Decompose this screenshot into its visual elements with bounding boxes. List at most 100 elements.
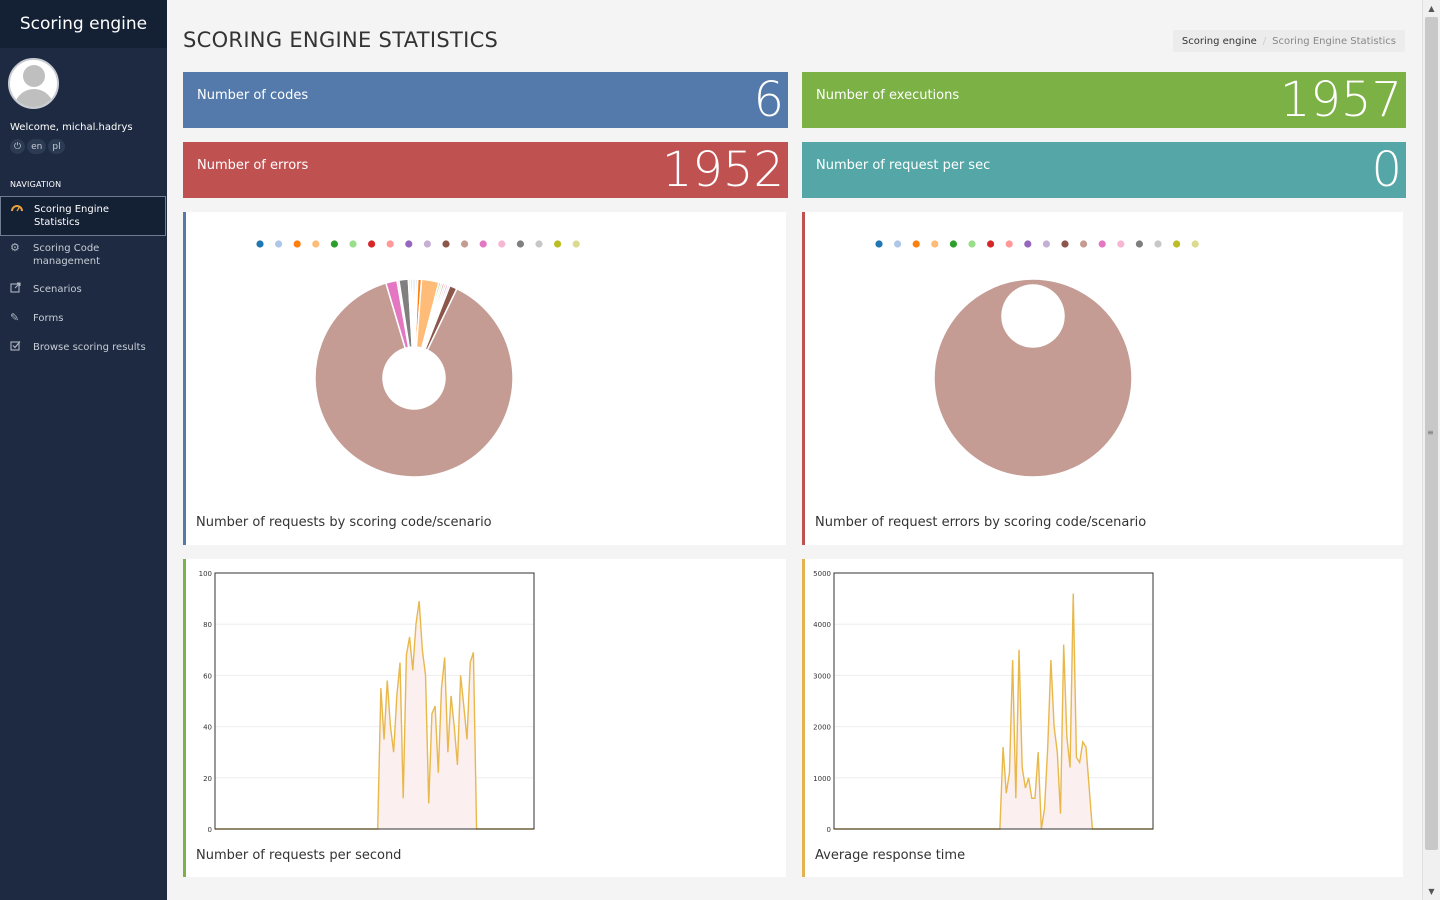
sidebar-item-scenarios[interactable]: Scenarios	[0, 274, 167, 302]
app-brand[interactable]: Scoring engine	[0, 0, 167, 48]
y-tick-label: 5000	[813, 570, 831, 578]
legend-dot	[1173, 240, 1181, 248]
y-tick-label: 40	[203, 724, 212, 732]
gear-icon: ⚙	[10, 241, 20, 254]
y-tick-label: 100	[199, 570, 212, 578]
legend-dot	[1154, 240, 1162, 248]
legend-dot	[349, 240, 357, 248]
breadcrumb-home-link[interactable]: Scoring engine	[1182, 36, 1257, 47]
legend-dot	[461, 240, 469, 248]
stat-executions-card: Number of executions 1957	[802, 72, 1406, 128]
legend-dot	[912, 240, 920, 248]
legend-dot	[949, 240, 957, 248]
requests-donut-chart	[256, 240, 580, 478]
external-link-icon	[10, 282, 26, 296]
sidebar-item-statistics[interactable]: Scoring Engine Statistics	[0, 196, 166, 236]
chart-caption: Average response time	[815, 848, 966, 863]
sidebar-item-code-management[interactable]: ⚙ Scoring Code management	[0, 236, 167, 274]
stat-value: 0	[1371, 142, 1402, 198]
stat-value: 1957	[1279, 72, 1402, 128]
sidebar-item-browse-results[interactable]: Browse scoring results	[0, 331, 167, 360]
legend-dot	[894, 240, 902, 248]
y-tick-label: 0	[827, 826, 831, 834]
legend-dot	[498, 240, 506, 248]
area-fill	[215, 601, 534, 829]
legend-dot	[535, 240, 543, 248]
page-title: SCORING ENGINE STATISTICS	[183, 28, 499, 52]
legend-dot	[368, 240, 376, 248]
checkbox-icon	[10, 340, 26, 354]
plot-frame	[214, 572, 535, 830]
legend-dot	[1042, 240, 1050, 248]
vertical-scrollbar[interactable]: ▲ ≡ ▼	[1422, 0, 1440, 900]
legend-dot	[931, 240, 939, 248]
legend-dot	[554, 240, 562, 248]
stat-value: 6	[753, 72, 784, 128]
legend-dot	[1080, 240, 1088, 248]
scroll-up-arrow-icon[interactable]: ▲	[1423, 0, 1440, 17]
response-time-panel: 0 1000 2000 3000 4000 5000 Average response t…	[802, 559, 1403, 877]
breadcrumb: Scoring engine / Scoring Engine Statisti…	[1172, 30, 1405, 52]
y-tick-label: 0	[208, 826, 212, 834]
breadcrumb-separator: /	[1262, 35, 1267, 47]
legend-dot	[423, 240, 431, 248]
legend-dot	[572, 240, 580, 248]
legend-dot	[293, 240, 301, 248]
legend-dot	[1191, 240, 1199, 248]
legend-dot	[256, 240, 264, 248]
legend-dot	[875, 240, 883, 248]
welcome-text: Welcome, michal.hadrys	[10, 122, 133, 133]
nav-menu: Scoring Engine Statistics ⚙ Scoring Code…	[0, 196, 167, 360]
legend-dot	[1098, 240, 1106, 248]
dashboard-icon	[11, 202, 27, 215]
stat-value: 1952	[661, 142, 784, 198]
legend-dot	[312, 240, 320, 248]
main-content: SCORING ENGINE STATISTICS Scoring engine…	[167, 0, 1422, 900]
scrollbar-grip-icon: ≡	[1427, 428, 1434, 437]
area-fill	[834, 593, 1153, 829]
sidebar: Scoring engine Welcome, michal.hadrys ⏻ …	[0, 0, 167, 900]
series-line	[215, 601, 534, 830]
stat-errors-card: Number of errors 1952	[183, 142, 788, 198]
legend-dot	[1005, 240, 1013, 248]
y-tick-label: 2000	[813, 724, 831, 732]
legend-dot	[330, 240, 338, 248]
lang-en-button[interactable]: en	[27, 139, 47, 154]
y-tick-label: 3000	[813, 672, 831, 680]
pencil-icon: ✎	[10, 311, 20, 324]
requests-per-second-panel: 0 20 40 60 80 100 Number of requests per seco…	[183, 559, 786, 877]
legend-dot	[386, 240, 394, 248]
chart-caption: Number of requests by scoring code/scena…	[196, 515, 492, 530]
y-tick-label: 4000	[813, 621, 831, 629]
sidebar-item-label: Forms	[33, 313, 64, 324]
chart-caption: Number of requests per second	[196, 848, 402, 863]
legend-dot	[442, 240, 450, 248]
stat-label: Number of executions	[816, 88, 960, 103]
requests-per-second-chart: 0 20 40 60 80 100	[199, 570, 535, 834]
avatar-head	[23, 65, 45, 87]
app-title: Scoring engine	[19, 14, 148, 34]
errors-by-code-panel: Number of request errors by scoring code…	[802, 212, 1403, 545]
legend-dot	[1135, 240, 1143, 248]
sidebar-item-label: Scenarios	[33, 284, 82, 295]
y-tick-label: 20	[203, 775, 212, 783]
legend-dot	[1117, 240, 1125, 248]
y-tick-label: 1000	[813, 775, 831, 783]
lang-pl-button[interactable]: pl	[48, 139, 65, 154]
legend-dot	[275, 240, 283, 248]
stat-codes-card: Number of codes 6	[183, 72, 788, 128]
sidebar-item-forms[interactable]: ✎ Forms	[0, 302, 167, 331]
stat-rps-card: Number of request per sec 0	[802, 142, 1406, 198]
pie-slice	[933, 278, 1133, 478]
scroll-down-arrow-icon[interactable]: ▼	[1423, 883, 1440, 900]
plot-frame	[833, 572, 1154, 830]
legend-dot	[405, 240, 413, 248]
legend-dot	[987, 240, 995, 248]
legend-dot	[1024, 240, 1032, 248]
legend-dot	[968, 240, 976, 248]
errors-donut-chart	[875, 240, 1199, 478]
power-icon[interactable]: ⏻	[10, 139, 26, 154]
series-line	[834, 593, 1153, 830]
user-actions: ⏻ en pl	[10, 139, 65, 154]
legend-dot	[1061, 240, 1069, 248]
